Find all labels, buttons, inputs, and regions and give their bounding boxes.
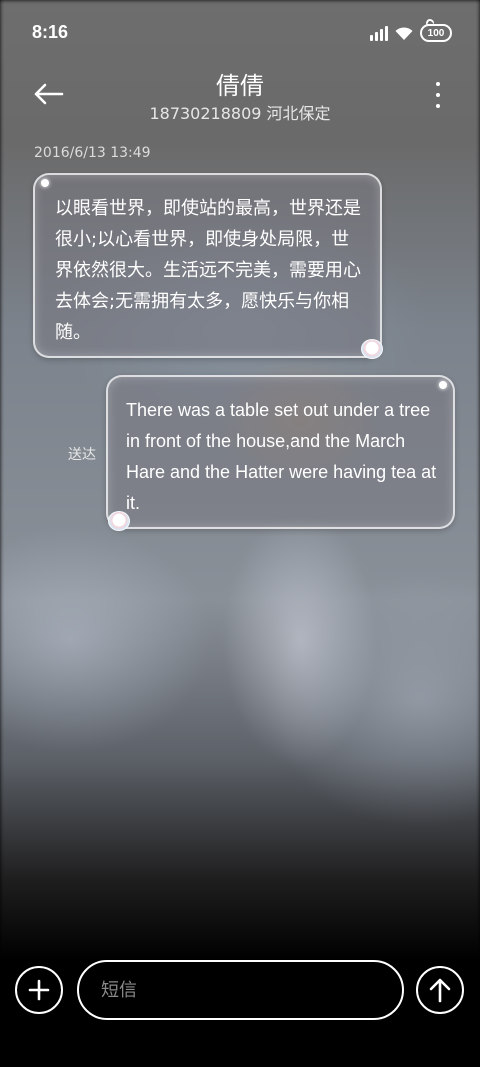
sticker-decoration bbox=[108, 511, 130, 531]
contact-number-location: 18730218809 河北保定 bbox=[149, 104, 331, 123]
sparkle-decoration bbox=[439, 381, 447, 389]
status-icons: 100 bbox=[370, 22, 452, 44]
plus-icon bbox=[28, 979, 50, 1001]
send-button[interactable] bbox=[416, 966, 464, 1014]
contact-name: 倩倩 bbox=[216, 72, 264, 100]
sticker-decoration bbox=[361, 339, 383, 359]
battery-level: 100 bbox=[427, 27, 445, 39]
signal-icon bbox=[370, 25, 388, 41]
sparkle-decoration bbox=[41, 179, 49, 187]
more-vertical-icon bbox=[436, 82, 440, 86]
status-bar: 8:16 100 bbox=[0, 0, 480, 64]
wifi-icon bbox=[395, 27, 413, 40]
more-options-button[interactable] bbox=[428, 80, 448, 110]
incoming-message-bubble[interactable]: 以眼看世界，即使站的最高，世界还是很小;以心看世界，即使身处局限，世界依然很大。… bbox=[33, 173, 383, 359]
outgoing-message-bubble[interactable]: There was a table set out under a tree i… bbox=[106, 375, 455, 531]
send-arrow-up-icon bbox=[429, 978, 451, 1003]
incoming-message-text: 以眼看世界，即使站的最高，世界还是很小;以心看世界，即使身处局限，世界依然很大。… bbox=[55, 198, 361, 343]
add-attachment-button[interactable] bbox=[15, 966, 63, 1014]
message-input[interactable] bbox=[77, 960, 404, 1020]
message-timestamp: 2016/6/13 13:49 bbox=[34, 145, 151, 161]
battery-icon: 100 bbox=[420, 24, 452, 42]
outgoing-message-text: There was a table set out under a tree i… bbox=[126, 400, 437, 513]
delivery-status: 送达 bbox=[68, 447, 96, 463]
status-time: 8:16 bbox=[32, 22, 69, 42]
